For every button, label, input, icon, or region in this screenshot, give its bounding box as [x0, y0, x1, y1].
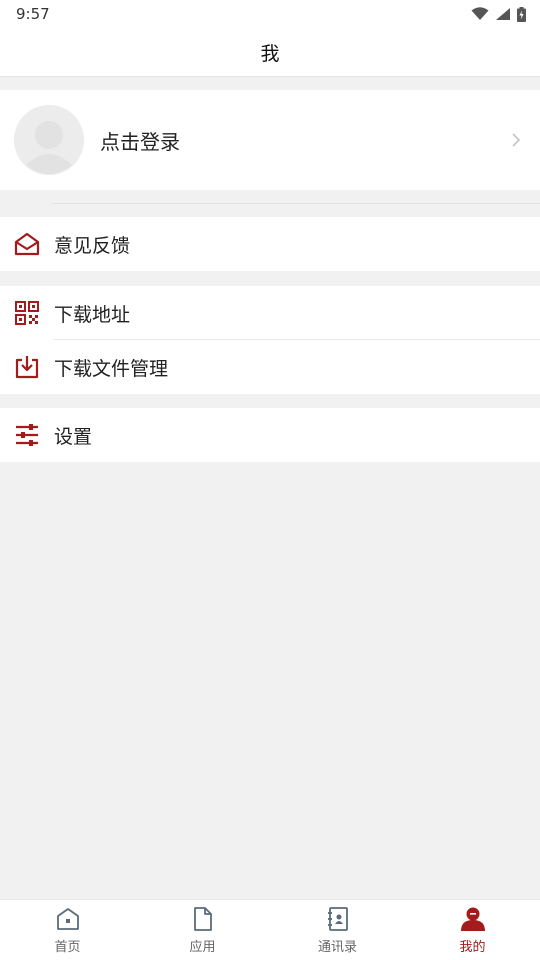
avatar	[14, 105, 84, 175]
menu-item-settings[interactable]: 设置	[0, 408, 540, 462]
tab-home[interactable]: 首页	[0, 900, 135, 960]
menu-item-download-address[interactable]: 下载地址	[0, 286, 540, 340]
status-bar: 9:57	[0, 0, 540, 28]
status-icons	[471, 6, 526, 22]
login-label: 点击登录	[100, 129, 180, 154]
tab-label: 我的	[459, 940, 486, 955]
tab-mine[interactable]: 我的	[405, 900, 540, 960]
menu-item-label: 下载地址	[54, 303, 131, 326]
menu-item-download-manager[interactable]: 下载文件管理	[0, 340, 540, 394]
bottom-tab-bar: 首页 应用 通讯录 我的	[0, 899, 540, 960]
avatar-placeholder-icon	[14, 105, 84, 175]
tab-apps[interactable]: 应用	[135, 900, 270, 960]
signal-icon	[496, 8, 510, 20]
sliders-icon	[16, 424, 38, 446]
contacts-icon	[327, 907, 348, 931]
login-row[interactable]: 点击登录	[0, 90, 540, 190]
tab-label: 应用	[189, 940, 216, 955]
wifi-icon	[471, 7, 489, 20]
status-time: 9:57	[16, 5, 50, 23]
battery-icon	[517, 6, 526, 22]
menu-group-download: 下载地址 下载文件管理	[0, 286, 540, 394]
menu-item-label: 设置	[54, 425, 93, 448]
tab-label: 首页	[54, 940, 81, 955]
header-divider	[0, 76, 540, 77]
menu-group-settings: 设置	[0, 408, 540, 462]
tab-label: 通讯录	[317, 940, 357, 955]
page-title: 我	[260, 42, 280, 65]
user-icon	[460, 907, 485, 931]
section-divider	[52, 203, 540, 204]
menu-item-label: 意见反馈	[54, 234, 131, 257]
file-icon	[193, 907, 212, 931]
download-tray-icon	[15, 356, 39, 379]
mail-open-icon	[14, 232, 40, 256]
chevron-right-icon	[512, 133, 521, 147]
menu-item-label: 下载文件管理	[54, 357, 169, 380]
menu-item-feedback[interactable]: 意见反馈	[0, 217, 540, 271]
qr-code-icon	[15, 301, 39, 325]
menu-group-feedback: 意见反馈	[0, 217, 540, 271]
home-icon	[56, 908, 79, 930]
header: 我	[0, 28, 540, 76]
tab-contacts[interactable]: 通讯录	[270, 900, 405, 960]
